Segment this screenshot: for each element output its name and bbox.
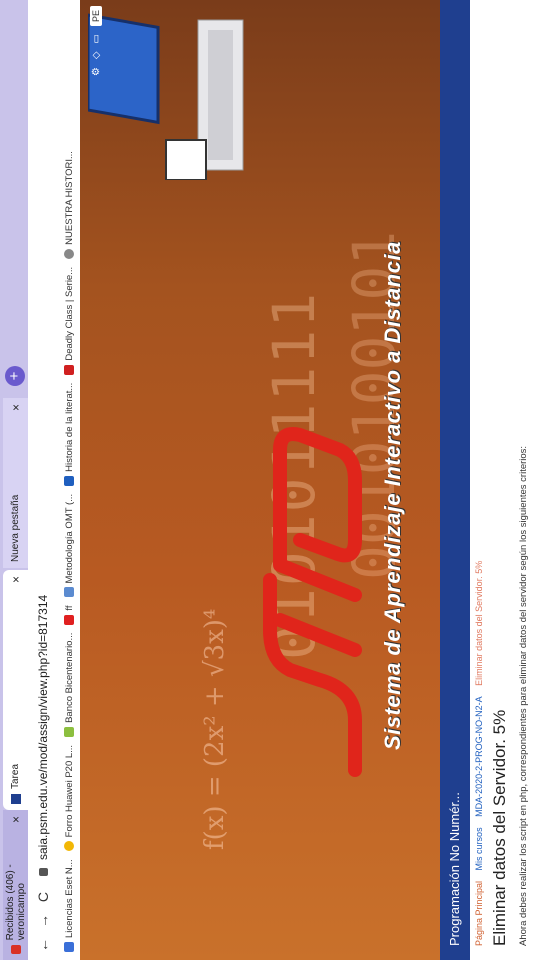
bookmark-historia[interactable]: Historia de la literat... <box>64 383 75 486</box>
banner-formula: f(x) = (2x² + √3x)⁴ <box>200 608 230 850</box>
tab-label: Recibidos (406) - veronicampo <box>4 864 27 941</box>
bookmark-nuestra[interactable]: NUESTRA HISTORI... <box>64 151 75 259</box>
globe-icon <box>64 248 74 259</box>
chat-icon[interactable]: ▭ <box>91 34 102 43</box>
bookmark-icon <box>64 726 74 737</box>
bookmark-label: ff <box>63 605 75 611</box>
linkedin-icon <box>64 475 74 486</box>
forward-button[interactable]: → <box>35 912 51 930</box>
breadcrumb-home[interactable]: Página Principal <box>474 881 484 946</box>
breadcrumb: Página Principal Mis cursos MDA-2020-2-P… <box>474 553 484 946</box>
user-menu: ⚙ ◇ ▭ PE <box>90 6 102 76</box>
bell-icon[interactable]: ◇ <box>91 51 102 59</box>
url-bar[interactable]: saia.psm.edu.ve/mod/assign/view.php?id=8… <box>36 595 50 860</box>
bookmark-icon <box>64 841 74 852</box>
breadcrumb-course[interactable]: MDA-2020-2-PROG-NO-N2-A <box>474 696 484 817</box>
site-banner: f(x) = (2x² + √3x)⁴ 0101011111 001010010… <box>80 0 440 960</box>
browser-window: Recibidos (406) - veronicampo × Tarea × … <box>0 0 540 960</box>
banner-tagline: Sistema de Aprendizaje Interactivo a Dis… <box>380 241 405 750</box>
bookmark-label: Metodología OMT (... <box>63 493 75 584</box>
close-tab-icon[interactable]: × <box>9 404 23 411</box>
bookmark-icon <box>64 587 74 598</box>
breadcrumb-mis-cursos[interactable]: Mis cursos <box>474 827 484 870</box>
bookmark-label: Forro Huawei P20 L... <box>63 744 75 838</box>
assignment-intro: Ahora debes realizar los script en php, … <box>518 445 529 946</box>
bookmark-icon <box>64 942 74 952</box>
main-content: Página Principal Mis cursos MDA-2020-2-P… <box>470 0 540 960</box>
bookmark-deadly[interactable]: Deadly Class | Serie... <box>64 267 75 375</box>
breadcrumb-current: Eliminar datos del Servidor. 5% <box>474 560 484 686</box>
close-tab-icon[interactable]: × <box>9 816 23 823</box>
bookmark-ff[interactable]: ff <box>64 606 75 625</box>
tab-label: Nueva pestaña <box>10 494 21 562</box>
saia-logo <box>263 427 362 777</box>
tab-gmail[interactable]: Recibidos (406) - veronicampo × <box>3 810 28 960</box>
back-button[interactable]: ← <box>35 936 51 954</box>
bookmark-label: Licencias Eset N... <box>63 859 75 938</box>
close-tab-icon[interactable]: × <box>9 576 23 583</box>
reload-button[interactable]: C <box>35 888 51 906</box>
lock-icon <box>38 868 48 876</box>
bookmarks-bar: Licencias Eset N... Forro Huawei P20 L..… <box>58 0 81 960</box>
new-tab-button[interactable]: + <box>5 366 25 386</box>
bookmark-banco[interactable]: Banco Bicentenario... <box>64 633 75 737</box>
bookmark-label: NUESTRA HISTORI... <box>63 151 75 245</box>
settings-icon[interactable]: ⚙ <box>91 67 102 76</box>
tab-label: Tarea <box>10 763 21 789</box>
course-navbar: Programación No Numér... <box>440 0 470 960</box>
user-badge[interactable]: PE <box>90 6 102 27</box>
bookmark-forro[interactable]: Forro Huawei P20 L... <box>63 744 75 852</box>
moodle-icon <box>10 794 21 804</box>
bookmark-label: Banco Bicentenario... <box>63 632 75 723</box>
gmail-icon <box>10 945 21 954</box>
course-title[interactable]: Programación No Numér... <box>447 792 462 946</box>
address-toolbar: ← → C saia.psm.edu.ve/mod/assign/view.ph… <box>28 0 58 960</box>
tab-tarea[interactable]: Tarea × <box>3 570 28 810</box>
bookmark-icon <box>64 364 74 375</box>
netflix-icon <box>64 614 74 625</box>
tab-bar: Recibidos (406) - veronicampo × Tarea × … <box>0 0 28 960</box>
bookmark-eset[interactable]: Licencias Eset N... <box>64 859 75 952</box>
bookmark-metodologia[interactable]: Metodología OMT (... <box>64 494 75 598</box>
tab-nueva[interactable]: Nueva pestaña × <box>3 398 28 568</box>
page-title: Eliminar datos del Servidor. 5% <box>490 709 509 946</box>
bookmark-label: Deadly Class | Serie... <box>63 266 75 361</box>
bookmark-label: Historia de la literat... <box>63 382 75 472</box>
laptop-illustration <box>88 13 244 180</box>
